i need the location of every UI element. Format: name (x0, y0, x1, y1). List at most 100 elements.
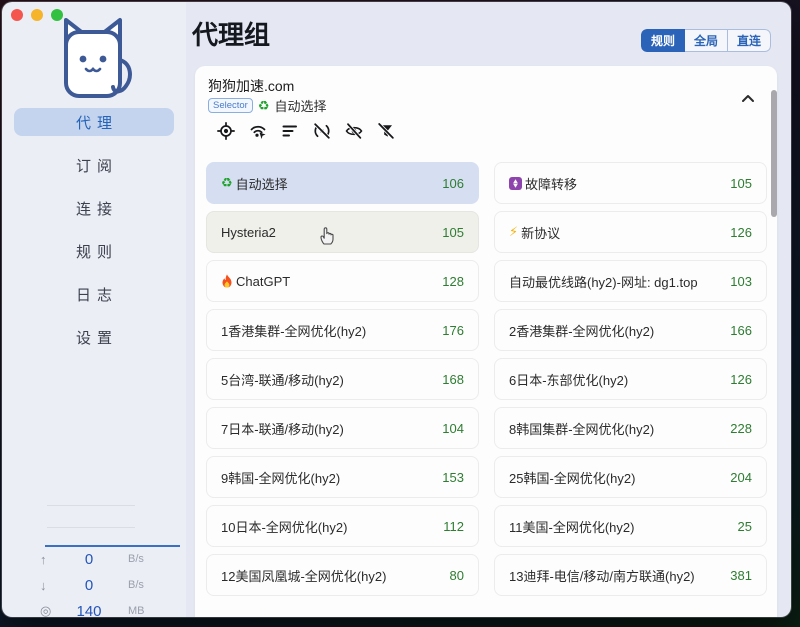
proxy-cell[interactable]: ChatGPT 128 (206, 260, 479, 302)
sidebar-item-0[interactable]: 代理 (14, 108, 174, 136)
proxy-cell[interactable]: 25韩国-全网优化(hy2) 204 (494, 456, 767, 498)
recycle-icon: ♻ (258, 98, 270, 114)
proxy-cell[interactable]: 11美国-全网优化(hy2) 25 (494, 505, 767, 547)
proxy-latency: 228 (722, 421, 752, 436)
proxy-latency: 25 (730, 519, 752, 534)
upload-arrow-icon: ↑ (40, 552, 60, 567)
proxy-cell[interactable]: 13迪拜-电信/移动/南方联通(hy2)381 (494, 554, 767, 596)
proxy-name: 1香港集群-全网优化(hy2) (221, 321, 366, 340)
delay-test-icon[interactable] (249, 122, 267, 140)
proxy-latency: 168 (434, 372, 464, 387)
sidebar: 代理订阅连接规则日志设置 ↑0B/s↓0B/s◎140MB (2, 2, 186, 617)
proxy-name: 8韩国集群-全网优化(hy2) (509, 419, 654, 438)
proxy-latency: 176 (434, 323, 464, 338)
fire-icon (221, 274, 233, 288)
proxy-name: 5台湾-联通/移动(hy2) (221, 370, 344, 389)
proxy-cell[interactable]: 8韩国集群-全网优化(hy2) 228 (494, 407, 767, 449)
proxy-name: ♻自动选择 (221, 174, 288, 193)
traffic-chart-gridline (47, 505, 135, 506)
proxy-name: 10日本-全网优化(hy2) (221, 517, 347, 536)
proxy-group-card: 狗狗加速.com Selector ♻ 自动选择 ♻自动选择 106 故障转移105… (195, 66, 777, 617)
proxy-latency: 103 (722, 274, 752, 289)
proxy-cell[interactable]: 1香港集群-全网优化(hy2) 176 (206, 309, 479, 351)
proxy-name: 11美国-全网优化(hy2) (509, 517, 634, 536)
proxy-name: 12美国凤凰城-全网优化(hy2) (221, 566, 386, 585)
locate-icon[interactable] (217, 122, 235, 140)
proxy-latency: 104 (434, 421, 464, 436)
proxy-cell[interactable]: 6日本-东部优化(hy2) 126 (494, 358, 767, 400)
proxy-cell[interactable]: 10日本-全网优化(hy2) 112 (206, 505, 479, 547)
proxy-cell[interactable]: ⚡新协议 126 (494, 211, 767, 253)
mode-button-2[interactable]: 直连 (728, 29, 771, 52)
lightning-icon: ⚡ (509, 224, 518, 240)
proxy-cell[interactable]: 5台湾-联通/移动(hy2) 168 (206, 358, 479, 400)
proxy-latency: 105 (434, 225, 464, 240)
sidebar-item-2[interactable]: 连接 (14, 194, 174, 222)
proxy-name: 自动最优线路(hy2)-网址: dg1.top (509, 272, 698, 291)
proxy-name: ChatGPT (221, 274, 290, 289)
proxy-cell[interactable]: 7日本-联通/移动(hy2) 104 (206, 407, 479, 449)
proxy-latency: 153 (434, 470, 464, 485)
proxy-latency: 128 (434, 274, 464, 289)
mode-button-1[interactable]: 全局 (685, 29, 728, 52)
proxy-cell[interactable]: 自动最优线路(hy2)-网址: dg1.top 103 (494, 260, 767, 302)
download-arrow-icon: ↓ (40, 578, 60, 593)
group-name: 狗狗加速.com (208, 76, 294, 96)
proxy-latency: 126 (722, 225, 752, 240)
proxy-cell[interactable]: 2香港集群-全网优化(hy2) 166 (494, 309, 767, 351)
sidebar-item-5[interactable]: 设置 (14, 323, 174, 351)
proxy-cell[interactable]: 12美国凤凰城-全网优化(hy2) 80 (206, 554, 479, 596)
proxy-name: ⚡新协议 (509, 223, 560, 242)
stat-unit: B/s (118, 553, 162, 565)
proxy-name: 9韩国-全网优化(hy2) (221, 468, 340, 487)
desktop-background: 代理订阅连接规则日志设置 ↑0B/s↓0B/s◎140MB 代理组 规则全局直连… (0, 0, 800, 627)
proxy-latency: 204 (722, 470, 752, 485)
proxy-name: 25韩国-全网优化(hy2) (509, 468, 635, 487)
page-title: 代理组 (192, 15, 270, 52)
scrollbar-thumb[interactable] (771, 90, 777, 217)
stat-value: 140 (60, 603, 118, 618)
proxy-cell[interactable]: 9韩国-全网优化(hy2) 153 (206, 456, 479, 498)
sort-icon[interactable] (281, 122, 299, 140)
visibility-off-icon[interactable] (345, 122, 363, 140)
main-panel: 代理组 规则全局直连 狗狗加速.com Selector ♻ 自动选择 ♻自动选… (186, 2, 791, 617)
group-type-badge: Selector (208, 98, 253, 113)
recycle-icon: ♻ (221, 175, 233, 191)
stat-row-memory: ◎140MB (2, 598, 186, 617)
proxy-cell[interactable]: 故障转移105 (494, 162, 767, 204)
six-pointed-star-icon (509, 177, 522, 190)
proxy-mode-switch: 规则全局直连 (641, 29, 771, 52)
stat-row-upload-arrow: ↑0B/s (2, 546, 186, 572)
cat-logo (50, 12, 136, 106)
current-proxy-label: 自动选择 (275, 96, 327, 115)
sidebar-menu: 代理订阅连接规则日志设置 (2, 108, 186, 366)
collapse-chevron-up-icon[interactable] (741, 90, 755, 108)
proxy-cell[interactable]: Hysteria2 105 (206, 211, 479, 253)
filter-off-icon[interactable] (377, 122, 395, 140)
proxy-cell[interactable]: ♻自动选择 106 (206, 162, 479, 204)
sidebar-item-1[interactable]: 订阅 (14, 151, 174, 179)
proxy-grid: ♻自动选择 106 故障转移105 Hysteria2 105 ⚡新协议 126 ChatGP… (195, 162, 777, 596)
minimize-button[interactable] (31, 9, 43, 21)
proxy-latency: 126 (722, 372, 752, 387)
traffic-stats: ↑0B/s↓0B/s◎140MB (2, 546, 186, 617)
mode-button-0[interactable]: 规则 (641, 29, 685, 52)
tethering-off-icon[interactable] (313, 122, 331, 140)
proxy-name: 2香港集群-全网优化(hy2) (509, 321, 654, 340)
proxy-name: 7日本-联通/移动(hy2) (221, 419, 344, 438)
proxy-latency: 112 (435, 519, 464, 534)
proxy-latency: 106 (434, 176, 464, 191)
proxy-name: Hysteria2 (221, 225, 276, 240)
memory-icon: ◎ (40, 603, 60, 617)
app-window: 代理订阅连接规则日志设置 ↑0B/s↓0B/s◎140MB 代理组 规则全局直连… (2, 2, 791, 617)
proxy-name: 6日本-东部优化(hy2) (509, 370, 628, 389)
proxy-latency: 105 (722, 176, 752, 191)
proxy-latency: 381 (722, 568, 752, 583)
stat-unit: B/s (118, 579, 162, 591)
proxy-latency: 80 (442, 568, 464, 583)
close-button[interactable] (11, 9, 23, 21)
proxy-latency: 166 (722, 323, 752, 338)
sidebar-item-4[interactable]: 日志 (14, 280, 174, 308)
stat-unit: MB (118, 605, 162, 617)
sidebar-item-3[interactable]: 规则 (14, 237, 174, 265)
